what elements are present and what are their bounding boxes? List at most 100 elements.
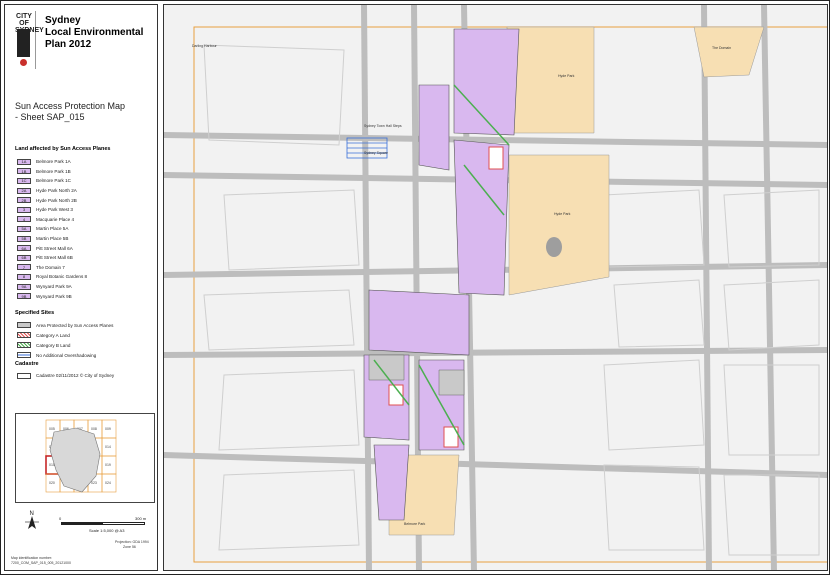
legend-swatch: 4: [17, 216, 31, 223]
cadastre-label: Cadastre 02/11/2012 © City of Sydney: [36, 373, 115, 379]
legend-label: Belmore Park 1B: [36, 168, 71, 174]
legend-swatch: 5B: [17, 235, 31, 242]
projection-line: Projection: GDA 1994: [115, 540, 149, 544]
subtitle-line: Sun Access Protection Map: [15, 101, 126, 111]
cadastre-item: Cadastre 02/11/2012 © City of Sydney: [17, 371, 157, 381]
legend-section-title: Land affected by Sun Access Planes: [15, 146, 111, 152]
city-logo: CITY OF SYDNEY: [13, 11, 44, 69]
legend-swatch: 2A: [17, 187, 31, 194]
site-item: Category B Land: [17, 340, 157, 350]
legend-item: 8 Royal Botanic Gardens 8: [17, 272, 157, 282]
legend-item: 9A Wynyard Park 9A: [17, 282, 157, 292]
specified-sites-title: Specified Sites: [15, 310, 55, 316]
legend-swatch: 6A: [17, 245, 31, 252]
legend-label: Martin Place 5A: [36, 226, 69, 232]
site-label: Category A Land: [36, 332, 70, 338]
inset-sheet-label: 009: [105, 427, 111, 431]
logo-bar-icon: [17, 29, 30, 57]
legend-swatch: 5A: [17, 225, 31, 232]
scale-end-label: 300 m: [135, 516, 147, 521]
inset-sheet-label: 024: [105, 481, 111, 485]
site-label: No Additional Overshadowing: [36, 352, 97, 358]
legend-item: 1C Belmore Park 1C: [17, 176, 157, 186]
legend-label: Pitt Street Mall 6A: [36, 245, 73, 251]
legend-swatch: 8: [17, 273, 31, 280]
legend-label: Belmore Park 1C: [36, 178, 71, 184]
legend-item: 6B Pitt Street Mall 6B: [17, 253, 157, 263]
legend-swatch: 3: [17, 206, 31, 213]
title-line: Local Environmental: [45, 27, 144, 38]
legend-item: 6A Pitt Street Mall 6A: [17, 243, 157, 253]
site-label: Category B Land: [36, 342, 71, 348]
projection-line: Zone 56: [123, 545, 136, 549]
legend-label: Pitt Street Mall 6B: [36, 255, 73, 261]
map-label: Hyde Park: [558, 74, 575, 78]
inset-sheet-label: 020: [49, 481, 55, 485]
legend-item: 1A Belmore Park 1A: [17, 157, 157, 167]
site-label: Area Protected by Sun Access Planes: [36, 322, 114, 328]
legend-label: Royal Botanic Gardens 8: [36, 274, 88, 280]
locator-svg: 0050060070080090100110120130140150160170…: [45, 419, 117, 493]
legend-items: 1A Belmore Park 1A 1B Belmore Park 1B 1C Belm…: [17, 157, 157, 301]
map-svg: Darling Harbour The Domain Hyde Park Syd…: [164, 5, 827, 570]
map-label: Hyde Park: [554, 212, 571, 216]
cadastre-swatch: [17, 372, 31, 379]
legend-label: The Domain 7: [36, 264, 65, 270]
park-area: [508, 154, 610, 296]
legend-label: Martin Place 5B: [36, 236, 69, 242]
legend-swatch: 9B: [17, 293, 31, 300]
inset-sheet-label: 008: [91, 427, 97, 431]
legend-swatch: 6B: [17, 254, 31, 261]
map-label: Belmore Park: [404, 522, 425, 526]
svg-text:N: N: [30, 511, 34, 517]
site-item: Category A Land: [17, 330, 157, 340]
legend-item: 4 Macquarie Place 4: [17, 215, 157, 225]
legend-item: 7 The Domain 7: [17, 263, 157, 273]
logo-dot-icon: [20, 59, 27, 66]
map-id-line: Map identification number:: [11, 556, 53, 560]
legend-swatch: 1C: [17, 177, 31, 184]
site-swatch: [17, 352, 31, 358]
scale-bar: [61, 522, 145, 525]
legend-item: 1B Belmore Park 1B: [17, 167, 157, 177]
inset-sheet-label: 023: [91, 481, 97, 485]
legend-label: Hyde Park West 3: [36, 207, 73, 213]
legend-label: Hyde Park North 2B: [36, 197, 77, 203]
map-label: Darling Harbour: [192, 44, 218, 48]
inset-sheet-label: 019: [105, 463, 111, 467]
title-line: Sydney: [45, 15, 81, 26]
plan-title: Sydney Local Environmental Plan 2012: [45, 15, 155, 51]
site-item: Area Protected by Sun Access Planes: [17, 320, 157, 330]
site-swatch: [17, 332, 31, 338]
map-label: Sydney Town Hall Steps: [364, 124, 402, 128]
subtitle-line: - Sheet SAP_015: [15, 112, 85, 122]
legend-label: Belmore Park 1A: [36, 159, 71, 165]
map-sheet: CITY OF SYDNEY Sydney Local Environmenta…: [0, 0, 830, 575]
legend-item: 5B Martin Place 5B: [17, 234, 157, 244]
scale-text: Scale 1:5,000 @ A3: [89, 528, 125, 533]
scale-start-label: 0: [59, 516, 62, 521]
legend-panel: CITY OF SYDNEY Sydney Local Environmenta…: [4, 4, 158, 571]
park-area: [506, 26, 595, 134]
legend-label: Hyde Park North 2A: [36, 188, 77, 194]
map-canvas[interactable]: Darling Harbour The Domain Hyde Park Syd…: [163, 4, 828, 571]
legend-item: 9B Wynyard Park 9B: [17, 291, 157, 301]
map-label: The Domain: [712, 46, 731, 50]
legend-item: 3 Hyde Park West 3: [17, 205, 157, 215]
site-swatch: [17, 322, 31, 328]
legend-swatch: 7: [17, 264, 31, 271]
park-area: [693, 26, 765, 78]
map-subtitle: Sun Access Protection Map - Sheet SAP_01…: [15, 101, 155, 123]
pool-feature: [546, 237, 562, 257]
legend-label: Wynyard Park 9B: [36, 293, 72, 299]
legend-label: Macquarie Place 4: [36, 216, 75, 222]
map-id-line: 7200_COM_SAP_015_005_20121000: [11, 561, 71, 565]
map-label: Sydney Square: [364, 151, 388, 155]
site-swatch: [17, 342, 31, 348]
legend-item: 5A Martin Place 5A: [17, 224, 157, 234]
legend-item: 2A Hyde Park North 2A: [17, 186, 157, 196]
legend-swatch: 9A: [17, 283, 31, 290]
legend-label: Wynyard Park 9A: [36, 284, 72, 290]
specified-sites: Area Protected by Sun Access Planes Categ…: [17, 320, 157, 360]
cadastre-legend: Cadastre 02/11/2012 © City of Sydney: [17, 371, 157, 381]
